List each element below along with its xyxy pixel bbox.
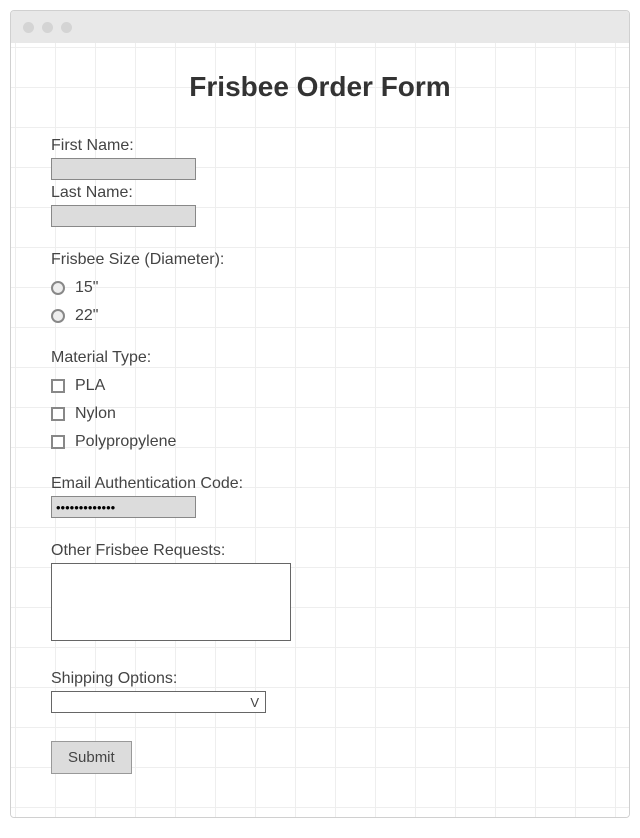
- size-radio-22[interactable]: [51, 309, 65, 323]
- requests-textarea[interactable]: [51, 563, 291, 641]
- window-titlebar: [11, 11, 629, 43]
- submit-button[interactable]: Submit: [51, 741, 132, 774]
- shipping-select[interactable]: V: [51, 691, 266, 713]
- size-group: Frisbee Size (Diameter): 15" 22": [51, 251, 589, 325]
- shipping-group: Shipping Options: V: [51, 670, 589, 713]
- first-name-label: First Name:: [51, 137, 589, 155]
- material-checkbox-polypropylene[interactable]: [51, 435, 65, 449]
- material-pla-text: PLA: [75, 377, 105, 395]
- size-option-22-text: 22": [75, 307, 98, 325]
- material-option-nylon: Nylon: [51, 405, 589, 423]
- auth-code-input[interactable]: [51, 496, 196, 518]
- browser-frame: Frisbee Order Form First Name: Last Name…: [10, 10, 630, 818]
- material-checkbox-pla[interactable]: [51, 379, 65, 393]
- shipping-label: Shipping Options:: [51, 670, 589, 688]
- window-dot-min[interactable]: [42, 22, 53, 33]
- requests-group: Other Frisbee Requests:: [51, 542, 589, 646]
- last-name-label: Last Name:: [51, 184, 589, 202]
- requests-label: Other Frisbee Requests:: [51, 542, 589, 560]
- material-label: Material Type:: [51, 349, 589, 367]
- size-option-15: 15": [51, 279, 589, 297]
- size-radio-15[interactable]: [51, 281, 65, 295]
- material-group: Material Type: PLA Nylon Polypropylene: [51, 349, 589, 451]
- auth-code-label: Email Authentication Code:: [51, 475, 589, 493]
- chevron-down-icon: V: [250, 695, 259, 710]
- material-polypropylene-text: Polypropylene: [75, 433, 176, 451]
- order-form: Frisbee Order Form First Name: Last Name…: [11, 43, 629, 784]
- last-name-group: Last Name:: [51, 184, 589, 227]
- first-name-input[interactable]: [51, 158, 196, 180]
- first-name-group: First Name:: [51, 137, 589, 180]
- auth-code-group: Email Authentication Code:: [51, 475, 589, 518]
- material-option-pla: PLA: [51, 377, 589, 395]
- size-label: Frisbee Size (Diameter):: [51, 251, 589, 269]
- material-nylon-text: Nylon: [75, 405, 116, 423]
- material-checkbox-nylon[interactable]: [51, 407, 65, 421]
- window-dot-close[interactable]: [23, 22, 34, 33]
- last-name-input[interactable]: [51, 205, 196, 227]
- size-option-15-text: 15": [75, 279, 98, 297]
- size-option-22: 22": [51, 307, 589, 325]
- material-option-polypropylene: Polypropylene: [51, 433, 589, 451]
- content-area: Frisbee Order Form First Name: Last Name…: [11, 43, 629, 817]
- page-title: Frisbee Order Form: [51, 71, 589, 103]
- window-dot-max[interactable]: [61, 22, 72, 33]
